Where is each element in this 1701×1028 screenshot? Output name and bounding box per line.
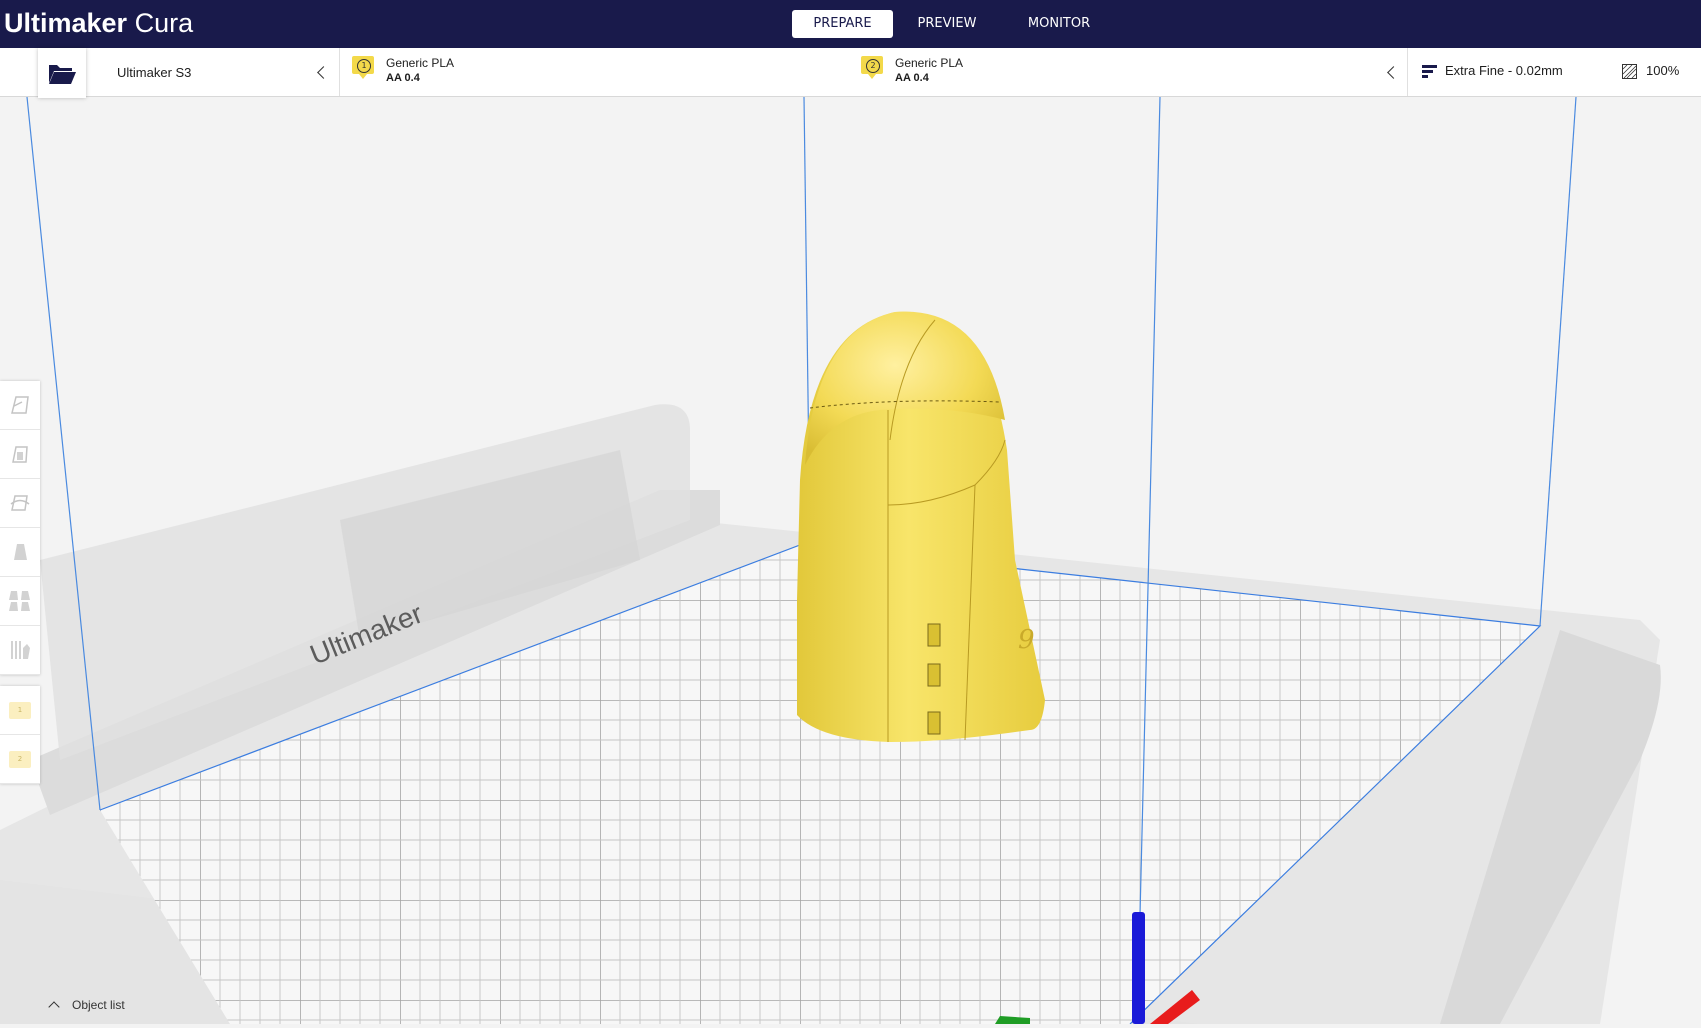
extruder-2-material: Generic PLA <box>895 56 964 70</box>
logo-brand: Ultimaker <box>4 8 128 38</box>
print-setup-selector[interactable]: Extra Fine - 0.02mm 100% <box>1407 48 1701 96</box>
folder-open-icon <box>49 65 76 84</box>
infill-icon <box>1622 64 1637 79</box>
per-model-settings-button[interactable] <box>0 577 40 626</box>
extruder-1-icon: 1 <box>352 56 374 79</box>
rotate-icon <box>10 495 30 511</box>
logo-product: Cura <box>134 8 194 38</box>
select-extruder-1-button[interactable]: 1 <box>0 686 40 735</box>
tab-preview[interactable]: PREVIEW <box>899 10 995 38</box>
rotate-tool-button[interactable] <box>0 479 40 528</box>
extruder-2-config[interactable]: 2 Generic PLA AA 0.4 <box>861 56 963 86</box>
chevron-left-icon <box>317 66 330 79</box>
tab-monitor[interactable]: MONITOR <box>1007 10 1111 38</box>
app-logo: Ultimaker Cura <box>4 6 193 40</box>
printer-name: Ultimaker S3 <box>117 64 192 80</box>
extruder-2-mini-icon: 2 <box>9 750 31 768</box>
tab-prepare[interactable]: PREPARE <box>792 10 893 38</box>
printer-selector[interactable]: Ultimaker S3 <box>99 48 340 96</box>
build-plate-scene: Ultimaker 9 <box>0 96 1661 1025</box>
move-icon <box>11 396 29 414</box>
support-blocker-button[interactable] <box>0 626 40 675</box>
mirror-tool-button[interactable] <box>0 528 40 577</box>
header-bar: Ultimaker Cura PREPARE PREVIEW MONITOR <box>0 0 1701 48</box>
z-axis <box>1132 912 1145 1024</box>
profile-label: Extra Fine - 0.02mm <box>1445 63 1563 78</box>
scale-icon <box>12 446 28 463</box>
mirror-icon <box>14 544 27 560</box>
extruder-1-core: AA 0.4 <box>386 72 420 84</box>
infill-label: 100% <box>1646 63 1680 78</box>
support-blocker-icon <box>11 641 30 659</box>
extruder-1-number: 1 <box>357 59 371 73</box>
per-model-settings-icon <box>9 591 30 611</box>
select-extruder-2-button[interactable]: 2 <box>0 735 40 784</box>
extruder-2-number: 2 <box>866 59 880 73</box>
tool-panel <box>0 381 40 675</box>
extruder-selector-panel: 1 2 <box>0 686 40 784</box>
profile-icon <box>1422 65 1437 78</box>
extruder-1-config[interactable]: 1 Generic PLA AA 0.4 <box>352 56 454 86</box>
move-tool-button[interactable] <box>0 381 40 430</box>
chevron-up-icon <box>48 1001 60 1013</box>
scale-tool-button[interactable] <box>0 430 40 479</box>
object-list-toggle[interactable]: Object list <box>48 998 125 1013</box>
svg-text:9: 9 <box>1018 625 1035 655</box>
extruder-2-core: AA 0.4 <box>895 72 929 84</box>
extruder-1-material: Generic PLA <box>386 56 455 70</box>
extruder-1-mini-icon: 1 <box>9 701 31 719</box>
3d-viewport[interactable]: Ultimaker 9 <box>0 96 1701 1025</box>
open-file-button[interactable] <box>38 48 86 98</box>
object-list-label: Object list <box>72 998 125 1012</box>
extruder-2-icon: 2 <box>861 56 883 79</box>
